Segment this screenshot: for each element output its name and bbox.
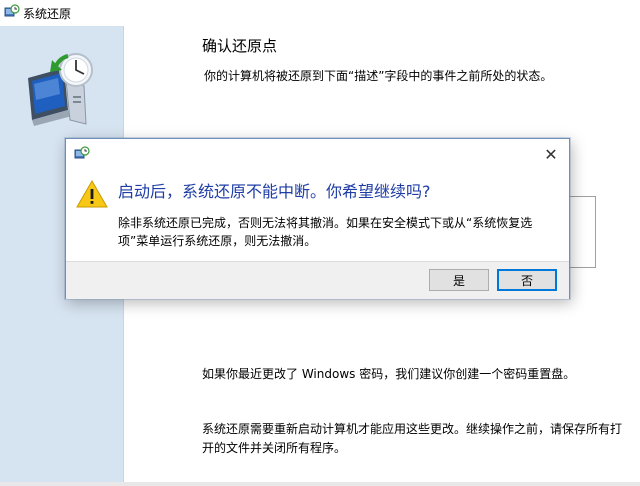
confirm-dialog: ✕ 启动后，系统还原不能中断。你希望继续吗? 除非系统还原已完成，否则无法将其撤… [65,138,570,299]
restart-note: 系统还原需要重新启动计算机才能应用这些更改。继续操作之前，请保存所有打开的文件并… [202,422,623,455]
window-bottom-edge [0,482,640,486]
window-title: 系统还原 [23,7,72,21]
yes-button[interactable]: 是 [429,269,489,291]
page-description: 你的计算机将被还原到下面“描述”字段中的事件之前所处的状态。 [204,69,553,83]
dialog-main-instruction: 启动后，系统还原不能中断。你希望继续吗? [118,182,431,201]
close-button[interactable]: ✕ [539,143,563,165]
computer-clock-icon [22,50,102,134]
dialog-footer: 是 否 [66,261,569,299]
no-button[interactable]: 否 [497,269,557,291]
system-restore-icon [74,146,90,162]
close-icon: ✕ [544,144,558,164]
warning-triangle-icon [76,179,108,209]
window-titlebar: 系统还原 [0,0,640,26]
password-note: 如果你最近更改了 Windows 密码，我们建议你创建一个密码重置盘。 [202,367,576,381]
dialog-body-text: 除非系统还原已完成，否则无法将其撤消。如果在安全模式下或从“系统恢复选项”菜单运… [118,216,533,248]
system-restore-icon [4,4,20,20]
page-title: 确认还原点 [202,37,278,55]
